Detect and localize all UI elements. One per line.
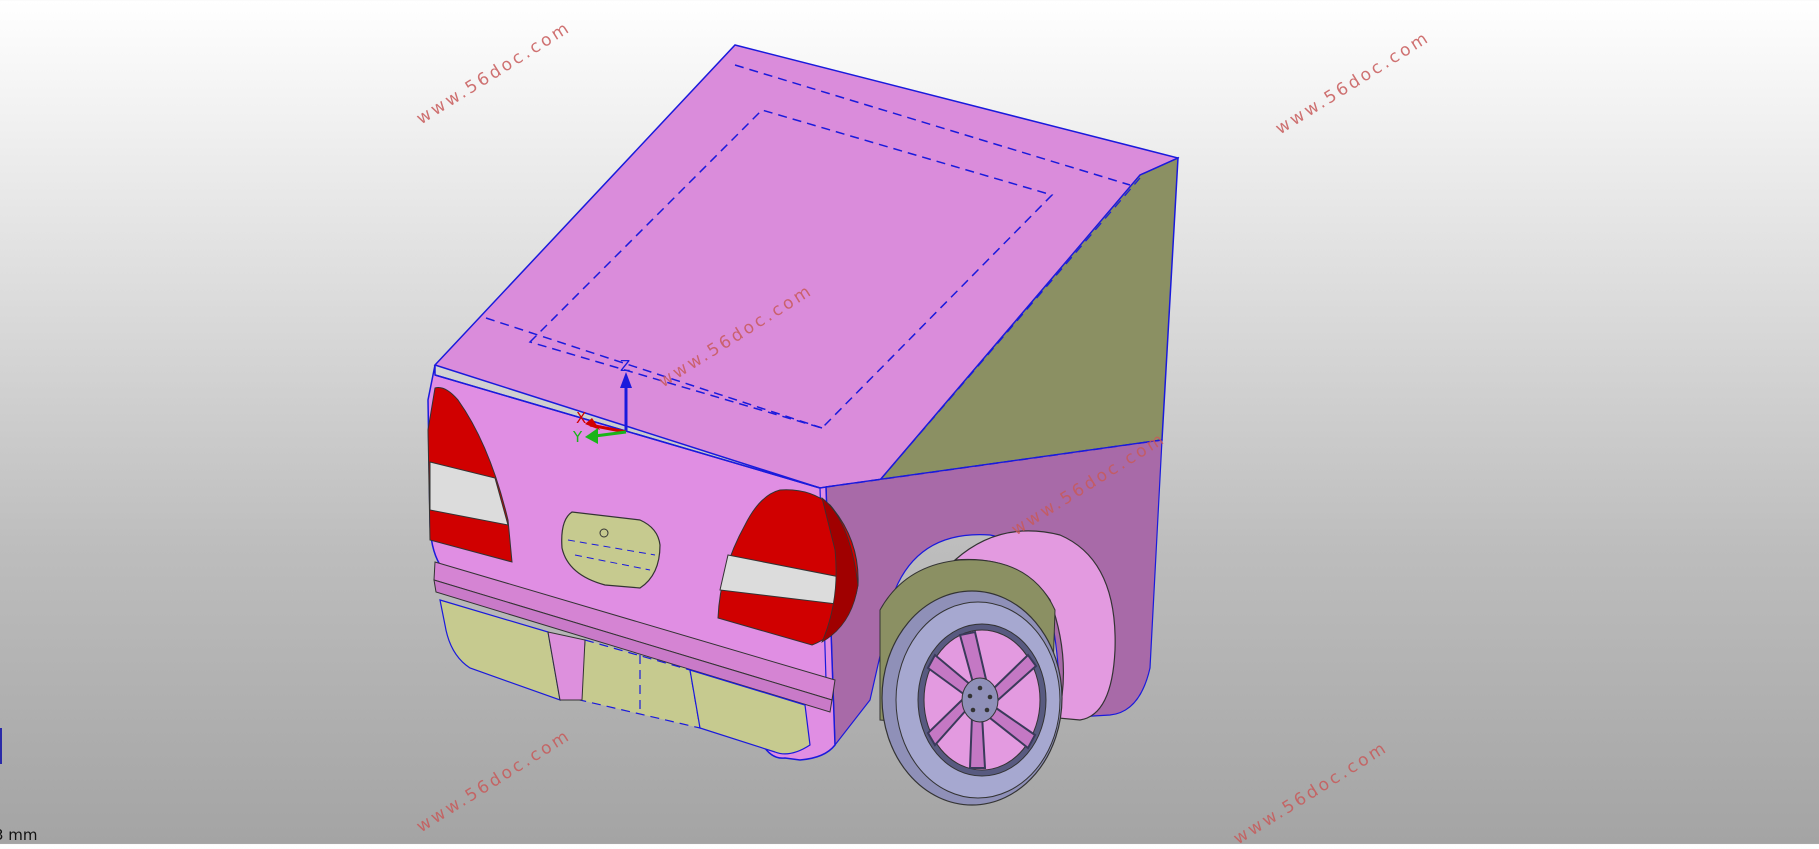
rear-wheel[interactable] — [881, 590, 1063, 806]
scale-label: 3 mm — [0, 826, 38, 844]
axis-x-label: X — [576, 409, 586, 427]
3d-model-viewport[interactable]: Z X Y www.56doc.com www.56doc.com www.56… — [0, 0, 1819, 849]
car-model[interactable]: Z X Y — [0, 0, 1819, 844]
axis-y-label: Y — [572, 428, 583, 446]
scale-bar — [0, 728, 5, 764]
axis-z-label: Z — [620, 357, 630, 375]
